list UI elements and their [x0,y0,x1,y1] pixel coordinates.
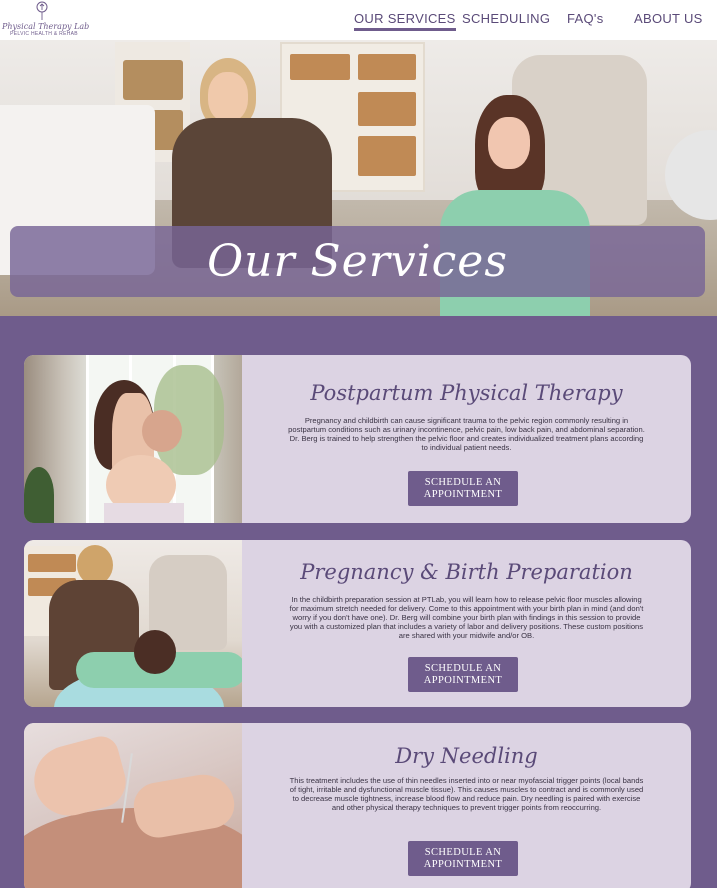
nav-scheduling[interactable]: SCHEDULING [462,11,550,31]
service-image-pregnancy [24,540,242,707]
hero-banner: Our Services [10,226,705,297]
schedule-appointment-button[interactable]: SCHEDULE AN APPOINTMENT [408,471,518,506]
service-content: Postpartum Physical Therapy Pregnancy an… [242,355,691,523]
service-card-postpartum: Postpartum Physical Therapy Pregnancy an… [24,355,691,523]
service-title: Dry Needling [395,744,538,768]
hero-section: Our Services [0,40,717,316]
nav-faqs[interactable]: FAQ's [567,11,604,31]
site-logo[interactable]: Physical Therapy Lab PELVIC HEALTH & REH… [2,0,90,40]
service-content: Dry Needling This treatment includes the… [242,723,691,888]
service-description: Pregnancy and childbirth can cause signi… [288,416,645,452]
service-title: Postpartum Physical Therapy [310,381,623,405]
schedule-appointment-button[interactable]: SCHEDULE AN APPOINTMENT [408,657,518,692]
nav-our-services[interactable]: OUR SERVICES [354,11,456,31]
logo-tagline: PELVIC HEALTH & REHAB [10,31,78,37]
logo-mark-icon [36,1,48,20]
service-card-dry-needling: Dry Needling This treatment includes the… [24,723,691,888]
service-image-postpartum [24,355,242,523]
site-header: Physical Therapy Lab PELVIC HEALTH & REH… [0,0,717,40]
service-content: Pregnancy & Birth Preparation In the chi… [242,540,691,707]
service-description: This treatment includes the use of thin … [289,776,644,812]
schedule-appointment-button[interactable]: SCHEDULE AN APPOINTMENT [408,841,518,876]
logo-name: Physical Therapy Lab [2,22,90,31]
service-image-dry-needling [24,723,242,888]
page-title: Our Services [207,236,508,287]
service-description: In the childbirth preparation session at… [289,595,644,640]
service-title: Pregnancy & Birth Preparation [300,560,633,584]
service-card-pregnancy: Pregnancy & Birth Preparation In the chi… [24,540,691,707]
nav-about-us[interactable]: ABOUT US [634,11,703,31]
